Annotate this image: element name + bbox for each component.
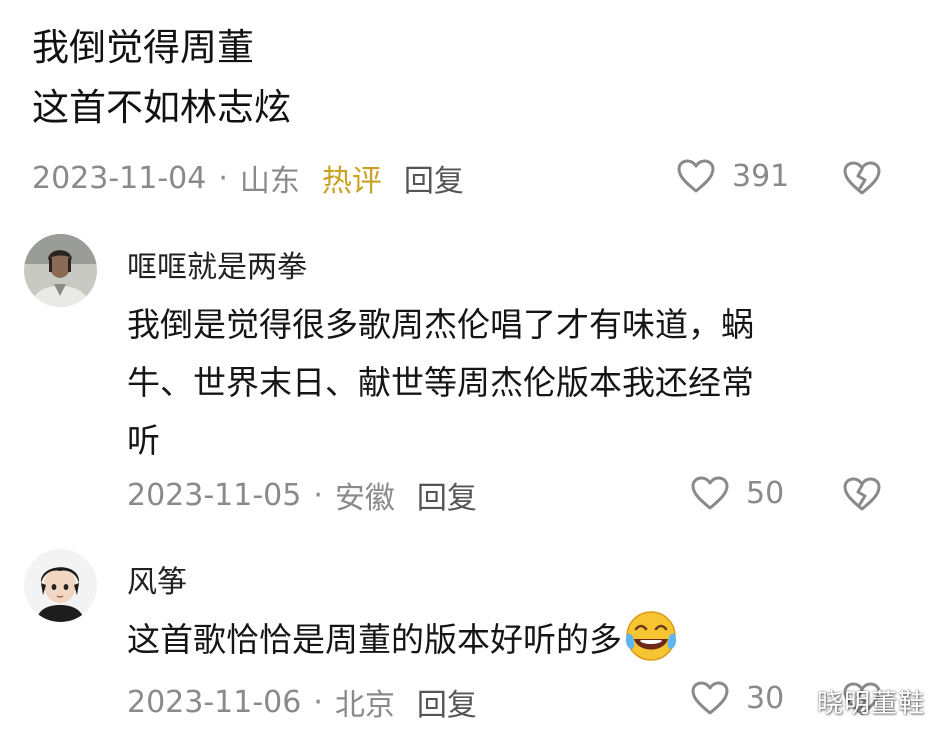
comment-date: 2023-11-04 bbox=[32, 160, 207, 196]
heart-outline-icon bbox=[677, 159, 715, 193]
broken-heart-icon bbox=[843, 477, 881, 511]
reply-text: 我倒是觉得很多歌周杰伦唱了才有味道，蜗 牛、世界末日、献世等周杰伦版本我还经常 … bbox=[127, 296, 754, 470]
top-comment-meta: 2023-11-04 · 山东 热评 回复 bbox=[32, 156, 464, 200]
meta-separator: · bbox=[313, 684, 323, 720]
comment-line: 我倒觉得周董 bbox=[32, 26, 254, 69]
reply-line-text: 这首歌恰恰是周董的版本好听的多 bbox=[127, 620, 622, 659]
like-count: 50 bbox=[746, 475, 785, 511]
meta-separator: · bbox=[218, 160, 228, 196]
reply-location: 安徽 bbox=[334, 481, 395, 516]
avatar[interactable] bbox=[24, 549, 97, 622]
reply-line: 我倒是觉得很多歌周杰伦唱了才有味道，蜗 bbox=[127, 305, 754, 344]
reply-username[interactable]: 风筝 bbox=[127, 557, 187, 601]
reply-line: 听 bbox=[127, 421, 160, 460]
comment-location: 山东 bbox=[239, 164, 300, 199]
reply-button[interactable]: 回复 bbox=[404, 156, 464, 200]
reply-date: 2023-11-05 bbox=[127, 477, 302, 513]
avatar[interactable] bbox=[24, 234, 97, 307]
reply-meta: 2023-11-05 · 安徽 回复 bbox=[127, 473, 477, 517]
reply-text: 这首歌恰恰是周董的版本好听的多 bbox=[127, 609, 678, 669]
like-button[interactable]: 30 bbox=[690, 680, 784, 716]
dislike-button[interactable] bbox=[842, 160, 882, 200]
like-button[interactable]: 50 bbox=[690, 475, 784, 511]
reply-button[interactable]: 回复 bbox=[417, 680, 477, 724]
reply-location: 北京 bbox=[334, 688, 395, 723]
reply-button[interactable]: 回复 bbox=[417, 473, 477, 517]
reply-date: 2023-11-06 bbox=[127, 684, 302, 720]
like-count: 391 bbox=[732, 158, 790, 194]
comment-line: 这首不如林志炫 bbox=[32, 86, 291, 129]
reply-username[interactable]: 哐哐就是两拳 bbox=[127, 242, 307, 286]
reply-line: 牛、世界末日、献世等周杰伦版本我还经常 bbox=[127, 363, 754, 402]
watermark: 晓明董鞋 bbox=[816, 689, 925, 719]
laughing-crying-emoji-icon bbox=[625, 611, 677, 661]
top-comment-text: 我倒觉得周董 这首不如林志炫 bbox=[32, 18, 912, 138]
heart-outline-icon bbox=[691, 681, 729, 715]
dislike-button[interactable] bbox=[842, 476, 882, 516]
reply-line: 这首歌恰恰是周董的版本好听的多 bbox=[127, 609, 678, 669]
like-count: 30 bbox=[746, 680, 785, 716]
hot-comment-badge: 热评 bbox=[321, 164, 382, 199]
broken-heart-icon bbox=[843, 161, 881, 195]
heart-outline-icon bbox=[691, 476, 729, 510]
like-button[interactable]: 391 bbox=[676, 158, 789, 194]
meta-separator: · bbox=[313, 477, 323, 513]
reply-meta: 2023-11-06 · 北京 回复 bbox=[127, 680, 477, 724]
